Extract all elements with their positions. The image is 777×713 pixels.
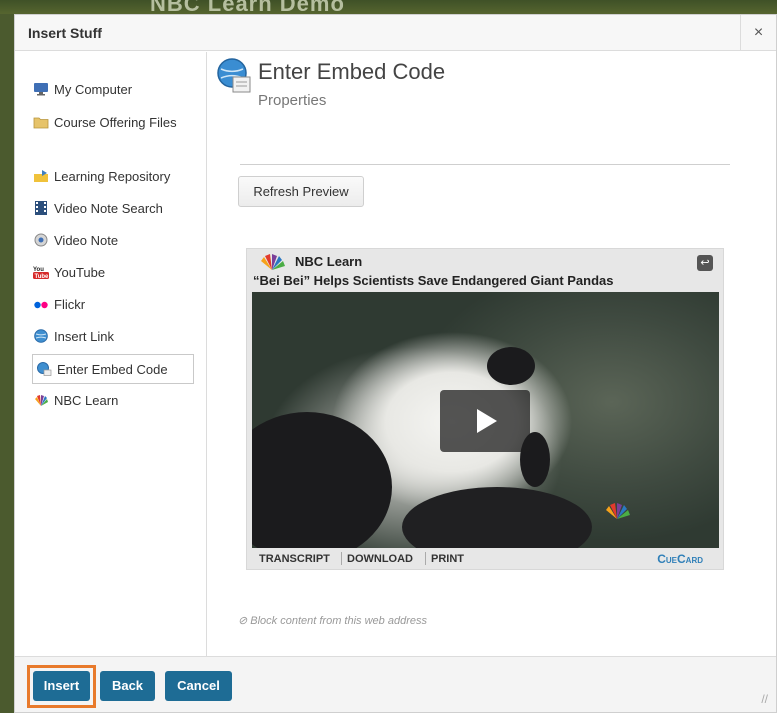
play-button[interactable] [440,390,530,452]
insert-stuff-dialog: Insert Stuff × My Computer Course Offeri… [14,14,777,713]
youtube-icon: You Tube [33,265,50,280]
page-subtitle: Properties [258,92,327,109]
embed-preview-player: NBC Learn ↩ “Bei Bei” Helps Scientists S… [246,248,724,570]
player-brand: NBC Learn [295,254,363,269]
back-button[interactable]: Back [100,671,155,701]
embed-globe-icon [36,362,52,376]
sidebar-item-label: NBC Learn [54,393,119,408]
film-icon [33,201,49,215]
block-content-link[interactable]: ⊘ Block content from this web address [238,614,427,627]
sidebar-item-nbc-learn[interactable]: NBC Learn [33,391,195,410]
block-link-label: Block content from this web address [250,615,427,627]
nbc-peacock-icon [33,393,49,407]
repository-icon [33,169,49,183]
sidebar-item-label: Course Offering Files [54,115,177,130]
sidebar-item-enter-embed-code[interactable]: Enter Embed Code [32,354,194,384]
sidebar-item-learning-repository[interactable]: Learning Repository [33,167,195,186]
resize-handle-icon[interactable]: // [761,692,768,706]
sidebar-item-label: My Computer [54,82,133,97]
cuecard-logo[interactable]: CueCard [657,552,703,566]
print-link[interactable]: PRINT [431,553,464,565]
transcript-link[interactable]: TRANSCRIPT [259,553,330,565]
block-icon: ⊘ [238,615,248,627]
panda-shape [402,487,592,548]
separator [341,552,342,565]
divider [240,164,730,165]
background-title: NBC Learn Demo [150,0,345,14]
sidebar-item-label: Learning Repository [54,169,171,184]
sidebar-item-course-offering-files[interactable]: Course Offering Files [33,113,195,132]
sidebar-item-insert-link[interactable]: Insert Link [33,327,195,346]
panda-shape [252,412,392,548]
embed-globe-icon [217,58,251,93]
refresh-preview-button[interactable]: Refresh Preview [238,176,364,207]
sidebar-item-flickr[interactable]: Flickr [33,295,195,314]
nbc-peacock-icon [261,254,285,270]
link-globe-icon [33,329,49,343]
sidebar-item-label: Video Note [54,233,119,248]
dialog-footer: Insert Back Cancel // [15,656,776,712]
separator [425,552,426,565]
sidebar-item-video-note[interactable]: Video Note [33,231,195,250]
dialog-title: Insert Stuff [28,25,102,41]
sidebar-item-label: Enter Embed Code [57,362,168,377]
panda-shape [487,347,535,385]
sidebar-item-label: YouTube [54,265,106,280]
close-icon[interactable]: × [740,15,776,51]
sidebar-item-label: Flickr [54,297,86,312]
page-title: Enter Embed Code [258,59,446,84]
folder-icon [33,115,49,129]
nbc-watermark-icon [606,503,630,519]
player-control-bar: TRANSCRIPT DOWNLOAD PRINT CueCard [247,549,723,569]
cancel-button[interactable]: Cancel [165,671,232,701]
video-title: “Bei Bei” Helps Scientists Save Endanger… [253,273,614,288]
svg-text:Tube: Tube [35,274,50,279]
source-sidebar: My Computer Course Offering Files Learni… [15,52,207,656]
page-background-header: NBC Learn Demo [0,0,777,14]
insert-button[interactable]: Insert [33,671,90,701]
sidebar-item-label: Insert Link [54,329,114,344]
return-icon[interactable]: ↩ [697,255,713,271]
sidebar-item-label: Video Note Search [54,201,163,216]
dialog-titlebar: Insert Stuff × [15,15,776,51]
video-thumbnail[interactable] [252,292,719,548]
sidebar-item-video-note-search[interactable]: Video Note Search [33,199,195,218]
sidebar-item-youtube[interactable]: You Tube YouTube [33,263,195,282]
sidebar-item-my-computer[interactable]: My Computer [33,80,195,99]
flickr-icon [33,297,49,311]
webcam-icon [33,233,49,247]
embed-panel: Enter Embed Code Properties Refresh Prev… [208,52,776,656]
monitor-icon [33,82,49,96]
download-link[interactable]: DOWNLOAD [347,553,413,565]
